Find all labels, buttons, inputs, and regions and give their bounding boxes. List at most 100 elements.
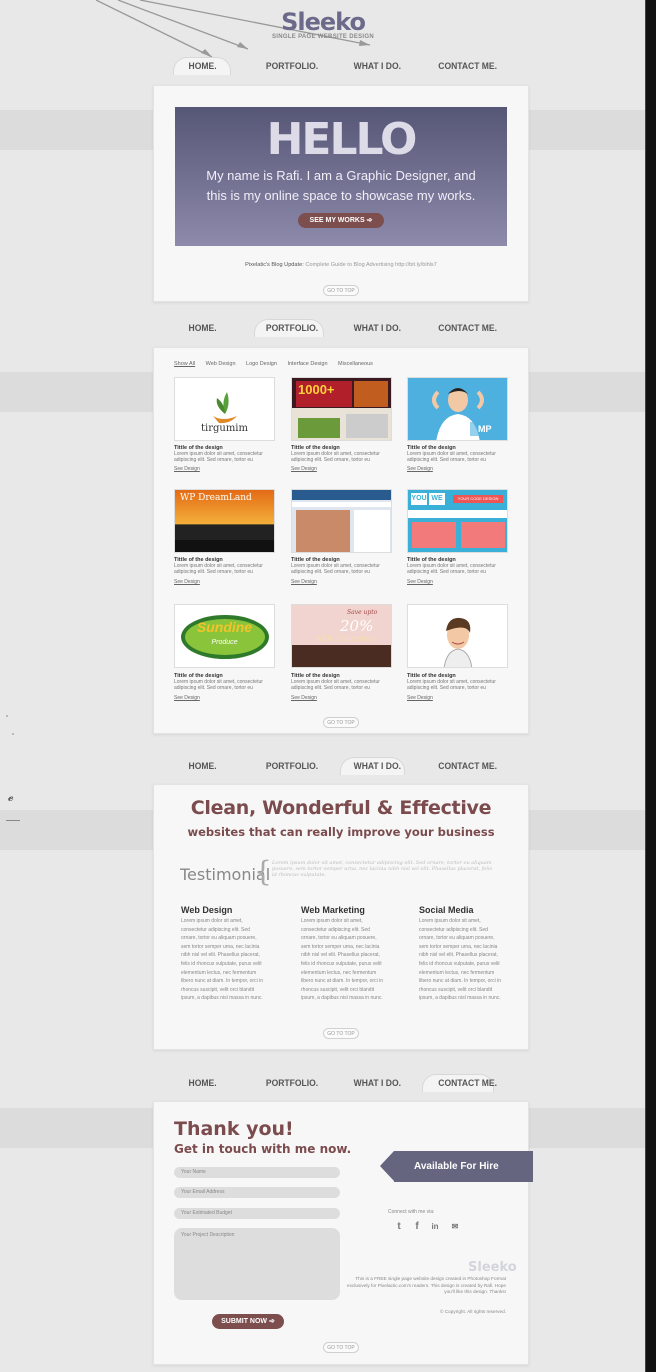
nav-home[interactable]: HOME. — [189, 1074, 217, 1094]
nav-contact[interactable]: CONTACT ME. — [438, 757, 497, 777]
item-desc: Lorem ipsum dolor sit amet, consectetur a… — [291, 563, 396, 575]
see-design-link[interactable]: See Design — [407, 466, 433, 472]
see-my-works-button[interactable]: SEE MY WORKS ➾ — [298, 213, 384, 228]
description-field[interactable]: Your Project Description — [174, 1228, 340, 1300]
portfolio-thumb-8[interactable]: Save upto 20% NEW Collections — [291, 604, 392, 668]
portfolio-thumb-3[interactable]: MP — [407, 377, 508, 441]
item-desc: Lorem ipsum dolor sit amet, consectetur a… — [407, 679, 512, 691]
thumb-1000-text: 1000+ — [298, 382, 335, 397]
whatido-subhead: websites that can really improve your bu… — [187, 825, 495, 839]
see-design-link[interactable]: See Design — [291, 466, 317, 472]
you-text: YOU — [411, 493, 427, 505]
name-field[interactable]: Your Name — [174, 1167, 340, 1178]
submit-button[interactable]: SUBMIT NOW ➾ — [212, 1314, 284, 1329]
budget-field[interactable]: Your Estimated Budget — [174, 1208, 340, 1219]
see-my-works-label: SEE MY WORKS — [309, 217, 365, 224]
portfolio-filters: Show All Web Design Logo Design Interfac… — [174, 361, 382, 367]
portfolio-thumb-5[interactable] — [291, 489, 392, 553]
sundine-logo-icon — [181, 615, 269, 659]
logo[interactable]: Sleeko SINGLE PAGE WEBSITE DESIGN — [0, 8, 645, 40]
portfolio-thumb-2[interactable]: 1000+ — [291, 377, 392, 441]
filter-miscellaneous[interactable]: Miscellaneous — [338, 361, 373, 367]
new-collections-text: NEW Collections — [316, 635, 377, 643]
logo-brand: Sleeko — [281, 8, 366, 36]
nav-contact[interactable]: CONTACT ME. — [438, 319, 497, 339]
see-design-link[interactable]: See Design — [174, 579, 200, 585]
filter-web-design[interactable]: Web Design — [206, 361, 236, 367]
produce-text: Produce — [211, 639, 238, 646]
item-desc-line2: adipiscing elit. Sed ornare, tortor eu — [407, 569, 486, 575]
service-text: Lorem ipsum dolor sit amet, consectetur … — [181, 918, 263, 1002]
go-to-top-button[interactable]: GO TO TOP — [323, 285, 359, 296]
portfolio-thumb-9[interactable] — [407, 604, 508, 668]
submit-label: SUBMIT NOW — [221, 1318, 268, 1325]
nav-whatido[interactable]: WHAT I DO. — [354, 57, 401, 77]
go-to-top-button[interactable]: GO TO TOP — [323, 1028, 359, 1039]
email-field[interactable]: Your Email Address — [174, 1187, 340, 1198]
whatido-headline: Clean, Wonderful & Effective — [190, 797, 492, 819]
see-design-link[interactable]: See Design — [291, 695, 317, 701]
go-to-top-button[interactable]: GO TO TOP — [323, 1342, 359, 1353]
see-design-link[interactable]: See Design — [407, 579, 433, 585]
item-desc: Lorem ipsum dolor sit amet, consectetur a… — [407, 451, 512, 463]
facebook-icon[interactable]: f — [412, 1221, 422, 1232]
footer-logo: Sleeko — [468, 1260, 517, 1275]
item-desc-line2: adipiscing elit. Sed ornare, tortor eu — [407, 457, 486, 463]
boy-avatar-icon — [443, 617, 473, 667]
contact-panel: Thank you! Get in touch with me now. You… — [153, 1101, 533, 1365]
nav-contact[interactable]: CONTACT ME. — [438, 57, 497, 77]
hero-banner: HELLO My name is Rafi. I am a Graphic De… — [175, 107, 507, 246]
copyright: © Copyright. All rights reserved. — [440, 1309, 506, 1314]
available-for-hire-badge: Available For Hire — [380, 1151, 533, 1182]
blog-update: Pixelatic's Blog Update: Complete Guide … — [154, 262, 528, 268]
arrow-icon: ➾ — [268, 1318, 275, 1325]
filter-interface-design[interactable]: Interface Design — [287, 361, 327, 367]
item-desc-line2: adipiscing elit. Sed ornare, tortor eu — [291, 685, 370, 691]
we-text: WE — [429, 493, 445, 505]
brace-icon: { — [254, 855, 272, 888]
nav-home[interactable]: HOME. — [189, 319, 217, 339]
whatido-panel: Clean, Wonderful & Effective websites th… — [153, 784, 529, 1050]
go-to-top-button[interactable]: GO TO TOP — [323, 717, 359, 728]
portfolio-thumb-1[interactable]: tirgumim — [174, 377, 275, 441]
nav-contact[interactable]: CONTACT ME. — [438, 1074, 497, 1094]
connect-label: Connect with me via: — [388, 1209, 435, 1215]
nav-portfolio[interactable]: PORTFOLIO. — [266, 319, 318, 339]
contact-title: Thank you! — [174, 1118, 294, 1140]
nav-home[interactable]: HOME. — [189, 757, 217, 777]
see-design-link[interactable]: See Design — [174, 466, 200, 472]
man-illustration-icon — [432, 388, 496, 440]
hero-line2: this is my online space to showcase my w… — [206, 188, 476, 203]
portfolio-thumb-4[interactable]: WP DreamLand — [174, 489, 275, 553]
service-web-design: Web Design Lorem ipsum dolor sit amet, c… — [181, 905, 267, 1003]
see-design-link[interactable]: See Design — [174, 695, 200, 701]
sundine-text: Sundine — [196, 619, 253, 635]
linkedin-icon[interactable]: in — [430, 1221, 440, 1232]
nav-portfolio[interactable]: PORTFOLIO. — [266, 57, 318, 77]
arrow-icon: ➾ — [366, 217, 373, 224]
nav-portfolio[interactable]: PORTFOLIO. — [266, 1074, 318, 1094]
item-desc: Lorem ipsum dolor sit amet, consectetur a… — [174, 451, 279, 463]
twenty-percent-text: 20% — [340, 617, 374, 635]
hero-line1: My name is Rafi. I am a Graphic Designer… — [206, 168, 476, 183]
nav-whatido[interactable]: WHAT I DO. — [354, 1074, 401, 1094]
service-social-media: Social Media Lorem ipsum dolor sit amet,… — [419, 905, 505, 1003]
item-desc: Lorem ipsum dolor sit amet, consectetur a… — [174, 563, 279, 575]
portfolio-thumb-6[interactable]: YOU WE YOUR CODE DESIGN — [407, 489, 508, 553]
nav-whatido[interactable]: WHAT I DO. — [354, 757, 401, 777]
nav-whatido[interactable]: WHAT I DO. — [354, 319, 401, 339]
email-icon[interactable]: ✉ — [450, 1221, 460, 1232]
hero-title: HELLO — [266, 114, 418, 165]
see-design-link[interactable]: See Design — [291, 579, 317, 585]
twitter-icon[interactable]: t — [394, 1221, 404, 1232]
nav-home[interactable]: HOME. — [189, 57, 217, 77]
filter-logo-design[interactable]: Logo Design — [246, 361, 277, 367]
nav-portfolio[interactable]: PORTFOLIO. — [266, 757, 318, 777]
testimonial-text: Lorem ipsum dolor sit amet, consectetur … — [272, 860, 493, 878]
item-desc-line2: adipiscing elit. Sed ornare, tortor eu — [407, 685, 486, 691]
see-design-link[interactable]: See Design — [407, 695, 433, 701]
blog-text[interactable]: Complete Guide to Blog Advertising http:… — [305, 262, 437, 268]
item-desc: Lorem ipsum dolor sit amet, consectetur a… — [291, 451, 396, 463]
portfolio-thumb-7[interactable]: Sundine Produce — [174, 604, 275, 668]
filter-show-all[interactable]: Show All — [174, 361, 195, 367]
